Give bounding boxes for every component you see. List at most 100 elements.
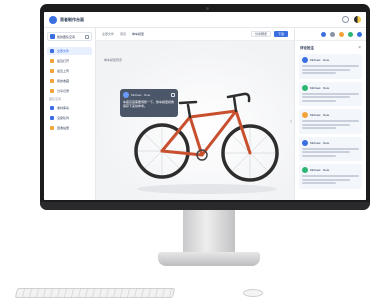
sidebar-item[interactable]: 渲染队列 [47, 114, 92, 122]
workspace-avatar [50, 34, 55, 39]
sidebar-item-label: 全部文件 [57, 49, 70, 53]
sidebar-item-label: 回收站里 [57, 126, 70, 130]
workspace-select[interactable]: 我的团队空间 [47, 32, 92, 41]
comment-author: Michael · Note [310, 58, 330, 62]
breadcrumb-current: 单车模型 [132, 32, 145, 36]
panel-title: 评论批注 [300, 45, 314, 50]
comment-text-placeholder [302, 182, 337, 184]
sidebar: 我的团队空间 全部文件最近打开最近上传我的收藏分享记录 团队空间 素材库房渲染队… [44, 28, 96, 200]
keyboard-image [14, 288, 176, 298]
comment-text-placeholder [302, 178, 351, 181]
comment-text-placeholder [302, 68, 351, 71]
comment-text-placeholder [302, 99, 337, 102]
pin-icon[interactable] [330, 31, 335, 37]
nav-list-team: 素材库房渲染队列回收站里 [47, 104, 92, 132]
comment-text-placeholder [302, 65, 359, 67]
app-logo-icon [49, 15, 57, 24]
sidebar-item[interactable]: 最近上传 [47, 67, 92, 75]
app-screen: 观者制作台面 我的团队空间 全部文件最近打开最近上传我的收藏分享记录 团队空间 … [44, 12, 366, 200]
section-label-team: 团队空间 [49, 97, 62, 101]
sidebar-item-label: 素材库房 [57, 106, 70, 110]
avatar [302, 167, 308, 173]
sidebar-item-label: 我的收藏 [57, 79, 70, 83]
folder-icon [50, 106, 54, 110]
list-item[interactable]: Michael · Note [299, 109, 362, 134]
imac-monitor: 观者制作台面 我的团队空间 全部文件最近打开最近上传我的收藏分享记录 团队空间 … [40, 4, 370, 210]
comments-panel: 评论批注 × Michael · Note Michael · Note Micha… [294, 28, 366, 200]
comment-text-placeholder [302, 96, 351, 98]
camera-dot [206, 7, 209, 10]
download-button[interactable]: 下载 [273, 31, 288, 37]
user-icon[interactable] [339, 31, 344, 37]
mouse-image [243, 289, 263, 297]
tooltip-author: Michael · Note [131, 93, 151, 97]
sidebar-item-label: 分享记录 [57, 89, 70, 93]
comment-author: Michael · Note [310, 140, 330, 145]
chat-icon[interactable] [357, 31, 362, 37]
sidebar-item[interactable]: 我的收藏 [47, 77, 92, 85]
folder-icon [50, 59, 54, 63]
app-title: 观者制作台面 [60, 16, 84, 22]
list-item[interactable]: Michael · Note [299, 136, 362, 161]
comment-author: Michael · Note [310, 113, 330, 117]
comment-text-placeholder [302, 154, 337, 157]
folder-icon [50, 126, 54, 130]
chevron-right-icon[interactable]: › [290, 119, 292, 125]
comment-text-placeholder [302, 175, 359, 177]
avatar [302, 57, 308, 63]
monitor-stand [183, 210, 235, 254]
sidebar-item[interactable]: 全部文件 [47, 47, 92, 55]
monitor-stand-base [158, 252, 260, 266]
folder-icon [50, 69, 54, 73]
comment-text-placeholder [302, 92, 359, 95]
sidebar-item-label: 最近打开 [57, 59, 70, 63]
resolve-checkbox[interactable] [171, 93, 175, 97]
comment-text-placeholder [302, 120, 359, 122]
comment-list: Michael · Note Michael · Note Michael · No… [295, 54, 366, 189]
sidebar-item[interactable]: 回收站里 [47, 124, 92, 132]
list-item[interactable]: Michael · Note [299, 164, 362, 189]
sidebar-item[interactable]: 素材库房 [47, 104, 92, 112]
list-item[interactable]: Michael · Note [299, 54, 362, 79]
preview-canvas[interactable]: 单车模型预览 Michael · Note 车座高度需要调整一下，整车模型视角保… [96, 41, 294, 200]
annotation-tooltip[interactable]: Michael · Note 车座高度需要调整一下，整车模型视角保存下来供参考。 [120, 89, 178, 117]
info-icon[interactable] [348, 31, 353, 37]
sidebar-item-label: 渲染队列 [57, 116, 70, 120]
folder-icon [50, 89, 54, 93]
theme-toggle-icon[interactable] [354, 16, 361, 23]
workspace-name: 我的团队空间 [57, 34, 76, 39]
monitor-chin [40, 202, 370, 210]
close-icon[interactable]: × [358, 45, 361, 51]
breadcrumb-project[interactable]: 项目 [120, 32, 126, 36]
list-item[interactable]: Michael · Note [299, 81, 362, 106]
avatar [302, 139, 308, 146]
settings-icon[interactable] [342, 16, 349, 23]
sidebar-item[interactable]: 最近打开 [47, 57, 92, 65]
panel-toolbar [295, 28, 366, 41]
folder-icon [50, 79, 54, 83]
edit-icon[interactable] [85, 34, 89, 39]
sidebar-item-label: 最近上传 [57, 69, 70, 73]
comment-author: Michael · Note [310, 168, 330, 172]
comment-text-placeholder [302, 127, 337, 129]
main-area: 全部文件 项目 单车模型 分享预览 下载 单车模型预览 Michael · No… [96, 28, 294, 200]
comment-text-placeholder [302, 147, 359, 150]
comment-text-placeholder [302, 151, 351, 153]
main-header: 全部文件 项目 单车模型 分享预览 下载 [96, 28, 294, 41]
nav-list-main: 全部文件最近打开最近上传我的收藏分享记录 [47, 47, 92, 95]
comment-text-placeholder [302, 72, 337, 74]
eye-icon[interactable] [321, 31, 326, 37]
top-bar: 观者制作台面 [44, 12, 366, 28]
comment-text-placeholder [302, 123, 351, 126]
folder-icon [50, 116, 54, 120]
avatar [302, 112, 308, 118]
avatar [302, 84, 308, 91]
tooltip-text: 车座高度需要调整一下，整车模型视角保存下来供参考。 [123, 100, 175, 108]
sidebar-item[interactable]: 分享记录 [47, 87, 92, 95]
avatar [123, 92, 129, 98]
breadcrumb-root[interactable]: 全部文件 [102, 32, 114, 36]
comment-author: Michael · Note [310, 85, 330, 90]
folder-icon [50, 49, 54, 53]
canvas-file-tag: 单车模型预览 [104, 58, 123, 62]
share-button[interactable]: 分享预览 [250, 31, 271, 37]
